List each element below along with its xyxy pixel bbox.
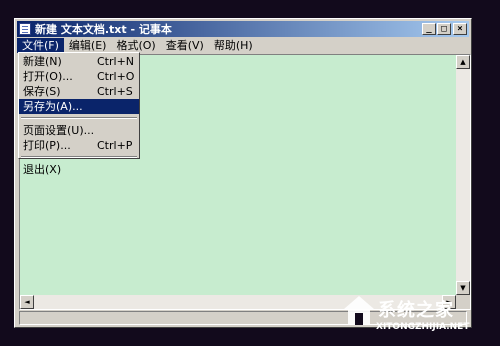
watermark-url: XITONGZHIJIA.NET (376, 322, 470, 332)
menu-item-shortcut: Ctrl+P (97, 139, 133, 152)
menu-format[interactable]: 格式(O) (111, 38, 160, 53)
menu-file[interactable]: 文件(F) (17, 38, 64, 53)
watermark-name: 系统之家 (378, 300, 454, 321)
menu-item-label: 新建(N) (23, 55, 62, 68)
menu-item-shortcut: Ctrl+O (97, 70, 135, 83)
menu-bar: 文件(F) 编辑(E) 格式(O) 查看(V) 帮助(H) (17, 38, 469, 53)
menu-item-new[interactable]: 新建(N) Ctrl+N (19, 54, 139, 69)
close-button[interactable]: × (453, 23, 467, 35)
menu-item-save-as[interactable]: 另存为(A)... (19, 99, 139, 114)
menu-item-label: 保存(S) (23, 85, 61, 98)
menu-help[interactable]: 帮助(H) (209, 38, 258, 53)
maximize-button[interactable]: □ (437, 23, 451, 35)
menu-item-label: 另存为(A)... (23, 100, 83, 113)
scroll-left-icon[interactable]: ◄ (20, 295, 34, 309)
menu-item-label: 退出(X) (23, 163, 62, 176)
menu-item-label: 打印(P)... (23, 139, 71, 152)
menu-separator (21, 156, 137, 158)
window-title: 新建 文本文档.txt - 记事本 (35, 23, 172, 36)
menu-item-exit[interactable]: 退出(X) (19, 162, 139, 177)
title-bar[interactable]: 新建 文本文档.txt - 记事本 _ □ × (17, 21, 469, 37)
menu-item-save[interactable]: 保存(S) Ctrl+S (19, 84, 139, 99)
notepad-icon (19, 23, 31, 35)
menu-item-shortcut: Ctrl+N (97, 55, 135, 68)
menu-item-open[interactable]: 打开(O)... Ctrl+O (19, 69, 139, 84)
vertical-scrollbar[interactable]: ▲ ▼ (456, 55, 470, 295)
house-logo-icon (344, 296, 374, 325)
menu-item-shortcut: Ctrl+S (97, 85, 133, 98)
window-controls: _ □ × (421, 23, 467, 35)
menu-item-label: 打开(O)... (23, 70, 73, 83)
watermark: 系统之家 XITONGZHIJIA.NET (342, 292, 492, 342)
file-menu-dropdown: 新建(N) Ctrl+N 打开(O)... Ctrl+O 保存(S) Ctrl+… (18, 52, 140, 176)
menu-separator (21, 117, 137, 119)
menu-view[interactable]: 查看(V) (161, 38, 209, 53)
menu-item-print[interactable]: 打印(P)... Ctrl+P (19, 138, 139, 153)
scroll-up-icon[interactable]: ▲ (456, 55, 470, 69)
menu-item-label: 页面设置(U)... (23, 124, 95, 137)
minimize-button[interactable]: _ (422, 23, 436, 35)
menu-edit[interactable]: 编辑(E) (64, 38, 112, 53)
menu-item-page-setup[interactable]: 页面设置(U)... (19, 123, 139, 138)
